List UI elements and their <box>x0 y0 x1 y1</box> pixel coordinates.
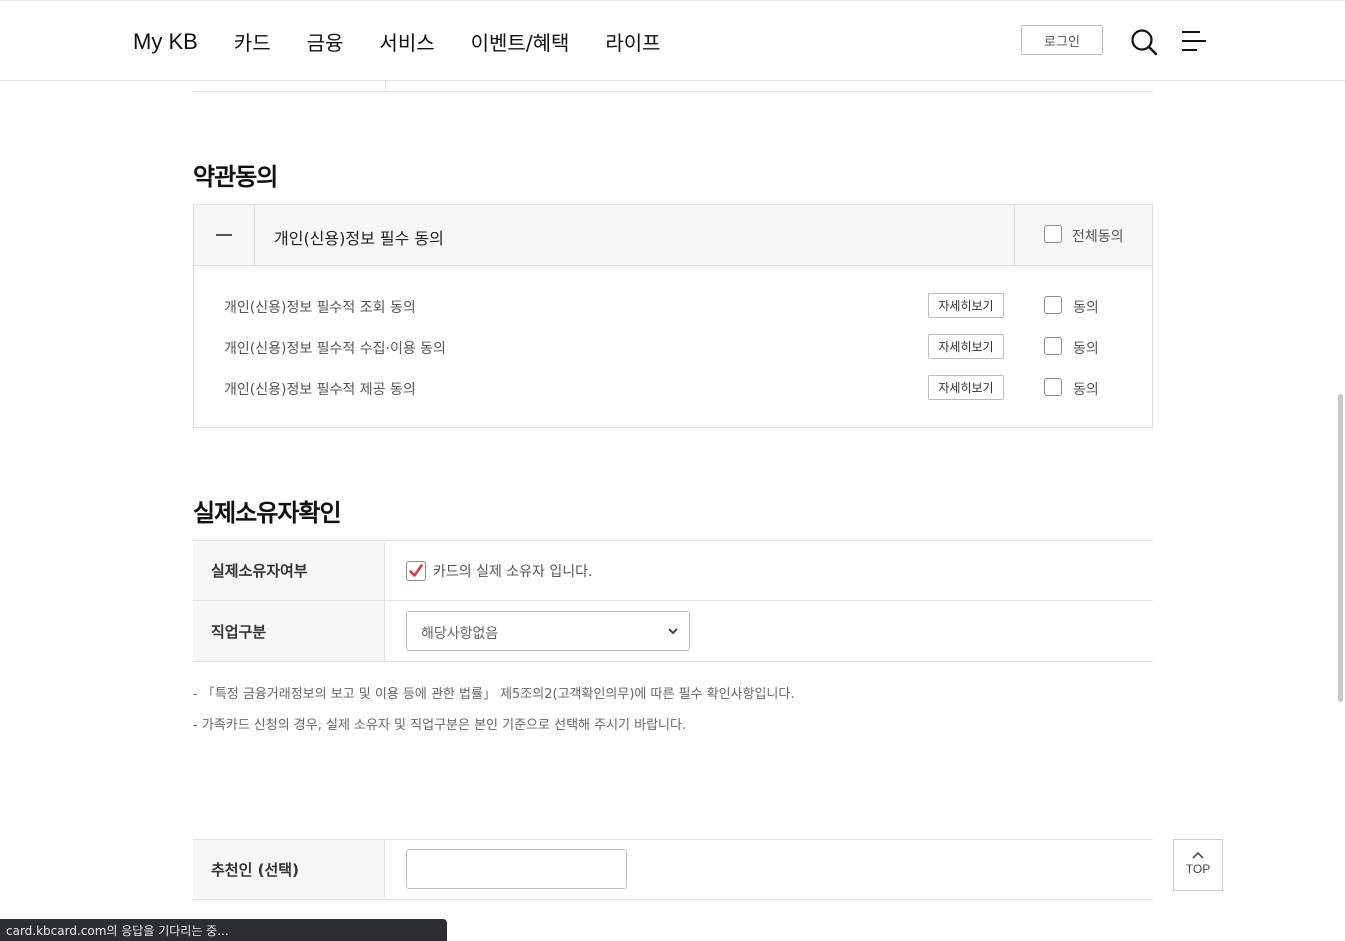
check-icon <box>409 564 423 577</box>
owner-form-table: 실제소유자여부 카드의 실제 소유자 입니다. 직업구분 해당사항없음 <box>193 540 1153 662</box>
owner-row-label: 실제소유자여부 <box>193 541 385 600</box>
menu-icon[interactable] <box>1181 30 1207 52</box>
nav-item-card[interactable]: 카드 <box>234 27 271 56</box>
terms-section-title: 약관동의 <box>193 163 278 191</box>
terms-group-title: 개인(신용)정보 필수 동의 <box>274 229 444 248</box>
recommender-row: 추천인 (선택) <box>193 840 1153 900</box>
nav-item-event[interactable]: 이벤트/혜택 <box>471 27 570 56</box>
agree-checkbox[interactable] <box>1044 296 1062 314</box>
recommender-form-table: 추천인 (선택) <box>193 839 1153 900</box>
browser-status-bar: card.kbcard.com의 응답을 기다리는 중... <box>0 919 447 941</box>
terms-item: 개인(신용)정보 필수적 수집·이용 동의 자세히보기 동의 <box>194 332 1152 362</box>
terms-agreement-box: 개인(신용)정보 필수 동의 전체동의 개인(신용)정보 필수적 조회 동의 자… <box>193 204 1153 428</box>
terms-item-text: 개인(신용)정보 필수적 조회 동의 <box>224 300 416 316</box>
terms-item: 개인(신용)정보 필수적 제공 동의 자세히보기 동의 <box>194 373 1152 403</box>
agree-checkbox[interactable] <box>1044 337 1062 355</box>
all-agree-checkbox[interactable] <box>1044 225 1062 243</box>
agree-label[interactable]: 동의 <box>1073 379 1099 399</box>
site-header: My KB 카드 금융 서비스 이벤트/혜택 라이프 로그인 <box>0 0 1345 81</box>
job-select[interactable]: 해당사항없음 <box>406 611 690 651</box>
job-row: 직업구분 해당사항없음 <box>193 601 1153 662</box>
previous-table-row <box>193 81 1153 92</box>
chevron-down-icon <box>668 628 678 635</box>
owner-notes: - 「특정 금융거래정보의 보고 및 이용 등에 관한 법률」 제5조의2(고객… <box>193 679 794 741</box>
view-detail-button[interactable]: 자세히보기 <box>928 334 1004 359</box>
collapse-button[interactable] <box>194 205 255 265</box>
terms-group-header: 개인(신용)정보 필수 동의 전체동의 <box>194 205 1152 266</box>
nav-item-finance[interactable]: 금융 <box>307 27 344 56</box>
minus-icon <box>216 234 232 236</box>
agree-label[interactable]: 동의 <box>1073 297 1099 317</box>
main-nav: My KB 카드 금융 서비스 이벤트/혜택 라이프 <box>133 27 697 56</box>
nav-item-service[interactable]: 서비스 <box>379 27 434 56</box>
terms-item-text: 개인(신용)정보 필수적 수집·이용 동의 <box>224 341 446 357</box>
owner-checkbox[interactable] <box>406 561 426 581</box>
owner-section-title: 실제소유자확인 <box>193 499 342 527</box>
scroll-top-button[interactable]: TOP <box>1173 839 1223 891</box>
agree-checkbox[interactable] <box>1044 378 1062 396</box>
owner-checkbox-label[interactable]: 카드의 실제 소유자 입니다. <box>433 561 592 581</box>
job-select-value: 해당사항없음 <box>421 626 499 642</box>
note-family-card: - 가족카드 신청의 경우, 실제 소유자 및 직업구분은 본인 기준으로 선택… <box>193 718 687 733</box>
chevron-up-icon <box>1192 851 1204 859</box>
terms-item-text: 개인(신용)정보 필수적 제공 동의 <box>224 382 416 398</box>
view-detail-button[interactable]: 자세히보기 <box>928 293 1004 318</box>
recommender-input[interactable] <box>406 849 627 889</box>
top-label: TOP <box>1185 862 1211 876</box>
nav-item-life[interactable]: 라이프 <box>605 27 660 56</box>
nav-item-mykb[interactable]: My KB <box>133 29 198 55</box>
search-icon[interactable] <box>1130 28 1158 56</box>
owner-row: 실제소유자여부 카드의 실제 소유자 입니다. <box>193 541 1153 601</box>
note-legal-basis: - 「특정 금융거래정보의 보고 및 이용 등에 관한 법률」 제5조의2(고객… <box>193 687 795 702</box>
all-agree[interactable]: 전체동의 <box>1014 205 1153 265</box>
all-agree-label[interactable]: 전체동의 <box>1072 226 1124 246</box>
scrollbar-thumb[interactable] <box>1338 394 1343 702</box>
job-row-label: 직업구분 <box>193 601 385 661</box>
view-detail-button[interactable]: 자세히보기 <box>928 375 1004 400</box>
agree-label[interactable]: 동의 <box>1073 338 1099 358</box>
recommender-label: 추천인 (선택) <box>193 840 385 899</box>
terms-item: 개인(신용)정보 필수적 조회 동의 자세히보기 동의 <box>194 291 1152 321</box>
login-button[interactable]: 로그인 <box>1021 25 1103 55</box>
